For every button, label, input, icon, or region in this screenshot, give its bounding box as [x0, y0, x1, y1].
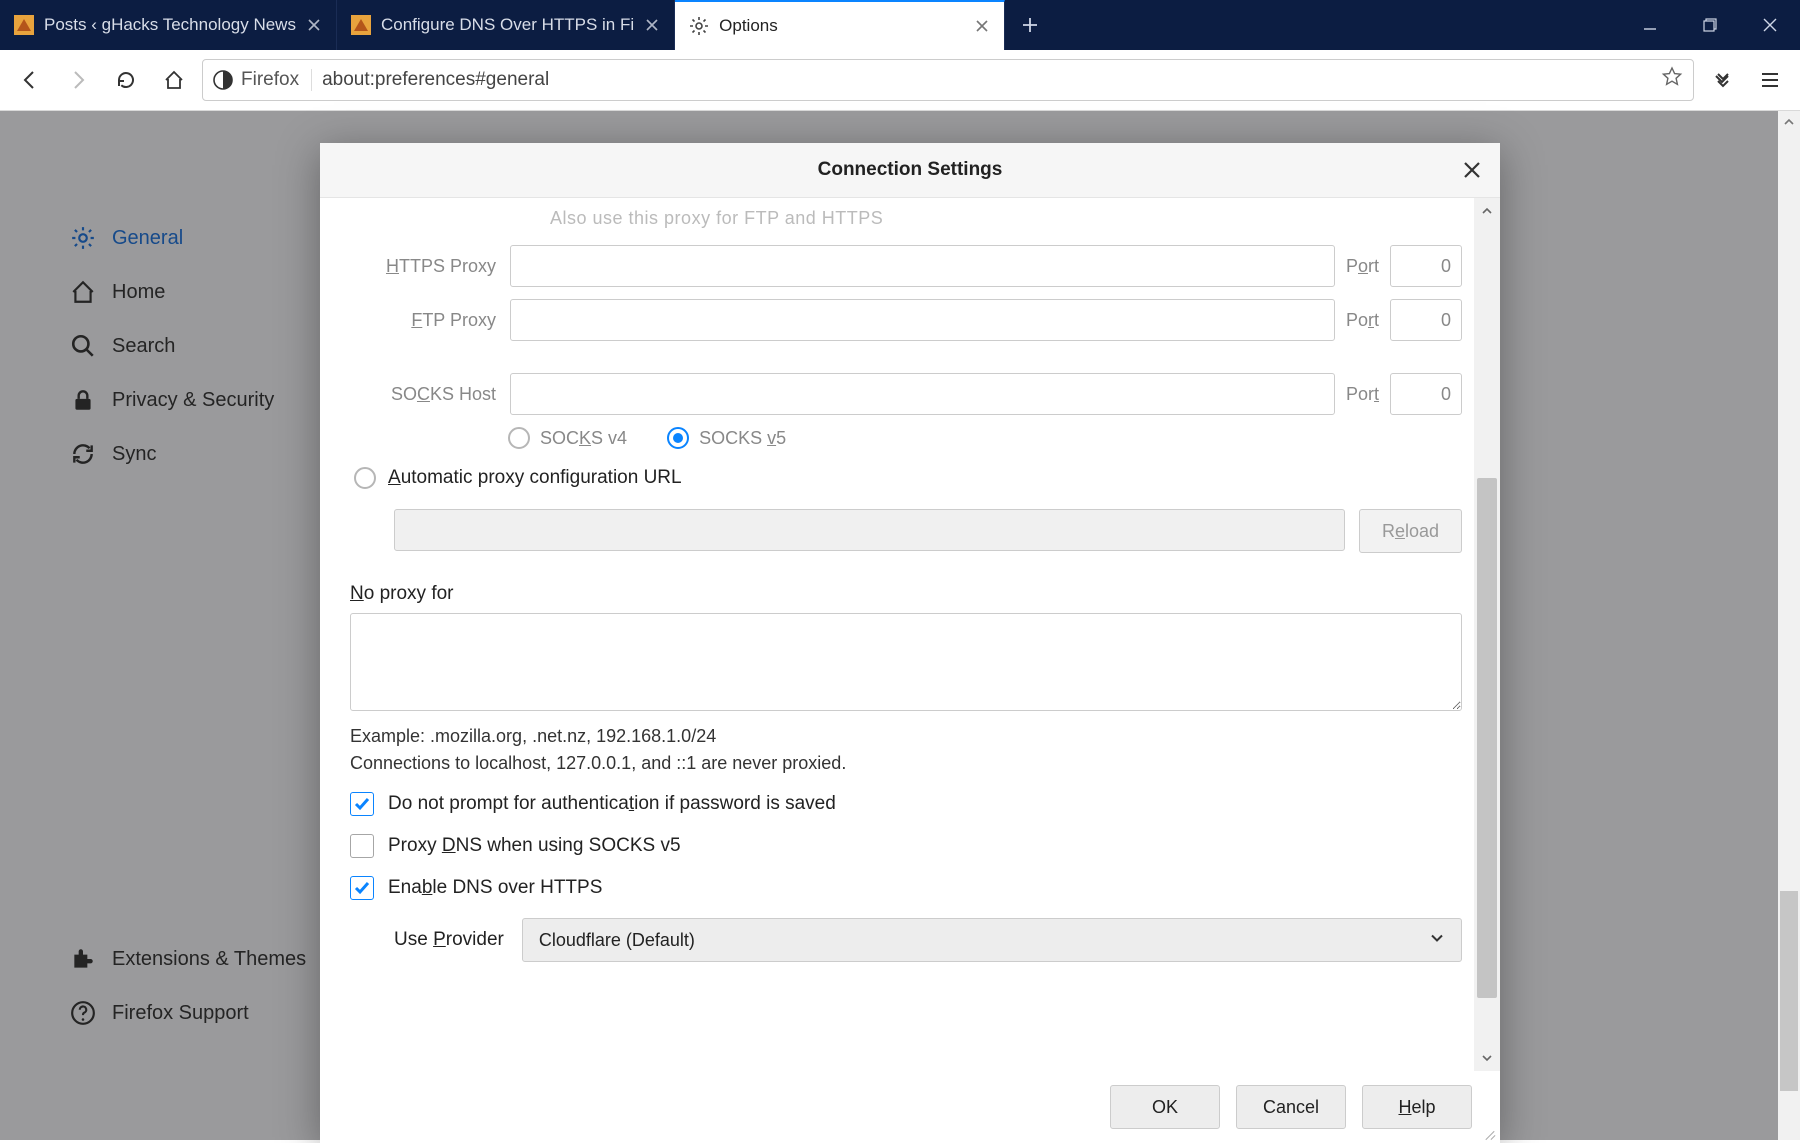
- dialog-scrollbar[interactable]: [1474, 198, 1500, 1071]
- reload-button[interactable]: [106, 60, 146, 100]
- dialog-title: Connection Settings: [818, 159, 1003, 181]
- socks-host-input[interactable]: [510, 373, 1335, 415]
- nav-toolbar: Firefox about:preferences#general: [0, 50, 1800, 111]
- no-proxy-label: No proxy for: [350, 583, 1462, 605]
- tab-label: Options: [719, 16, 964, 36]
- provider-dropdown[interactable]: Cloudflare (Default): [522, 918, 1462, 962]
- no-auth-prompt-checkbox[interactable]: [350, 792, 374, 816]
- forward-button[interactable]: [58, 60, 98, 100]
- https-proxy-label: HTTPS Proxy: [350, 256, 510, 277]
- favicon-icon: [351, 15, 371, 35]
- preferences-page: General Home Search Privacy & Security S…: [0, 111, 1800, 1140]
- scroll-up-icon[interactable]: [1778, 111, 1800, 133]
- https-proxy-input[interactable]: [510, 245, 1335, 287]
- bookmark-star-icon[interactable]: [1661, 66, 1683, 94]
- proxy-dns-socks-checkbox[interactable]: [350, 834, 374, 858]
- url-text: about:preferences#general: [322, 69, 1651, 91]
- also-proxy-text: Also use this proxy for FTP and HTTPS: [550, 208, 1462, 229]
- no-auth-prompt-label: Do not prompt for authentication if pass…: [388, 793, 836, 815]
- socks-port-input[interactable]: [1390, 373, 1462, 415]
- enable-doh-checkbox[interactable]: [350, 876, 374, 900]
- socks-v4-radio[interactable]: SOCKS v4: [508, 427, 627, 449]
- dialog-body: Also use this proxy for FTP and HTTPS HT…: [320, 198, 1500, 1071]
- localhost-note: Connections to localhost, 127.0.0.1, and…: [350, 753, 1462, 774]
- dialog-header: Connection Settings: [320, 143, 1500, 198]
- cancel-button[interactable]: Cancel: [1236, 1085, 1346, 1129]
- no-proxy-example: Example: .mozilla.org, .net.nz, 192.168.…: [350, 726, 1462, 747]
- scroll-up-icon[interactable]: [1474, 198, 1500, 224]
- tab-label: Posts ‹ gHacks Technology News: [44, 15, 296, 35]
- overflow-button[interactable]: [1702, 60, 1742, 100]
- close-icon[interactable]: [974, 18, 990, 34]
- auto-url-input[interactable]: [394, 509, 1345, 551]
- window-restore-button[interactable]: [1680, 0, 1740, 50]
- auto-url-label: Automatic proxy configuration URL: [388, 467, 682, 489]
- socks-host-label: SOCKS Host: [350, 384, 510, 405]
- firefox-icon: [213, 70, 233, 90]
- titlebar: Posts ‹ gHacks Technology News Configure…: [0, 0, 1800, 50]
- favicon-icon: [14, 15, 34, 35]
- scroll-thumb[interactable]: [1477, 478, 1497, 998]
- provider-value: Cloudflare (Default): [539, 930, 695, 951]
- dialog-footer: OK Cancel Help: [320, 1071, 1500, 1143]
- browser-tab-2[interactable]: Options: [675, 0, 1005, 50]
- port-label: Port: [1335, 310, 1390, 331]
- resize-handle[interactable]: [1482, 1125, 1496, 1139]
- url-bar[interactable]: Firefox about:preferences#general: [202, 59, 1694, 101]
- tab-label: Configure DNS Over HTTPS in Fi: [381, 15, 634, 35]
- window-minimize-button[interactable]: [1620, 0, 1680, 50]
- home-button[interactable]: [154, 60, 194, 100]
- identity-label: Firefox: [241, 69, 299, 91]
- port-label: Port: [1335, 384, 1390, 405]
- scroll-thumb[interactable]: [1780, 891, 1798, 1091]
- gear-icon: [689, 16, 709, 36]
- browser-tab-1[interactable]: Configure DNS Over HTTPS in Fi: [337, 0, 675, 50]
- enable-doh-label: Enable DNS over HTTPS: [388, 877, 602, 899]
- ftp-proxy-input[interactable]: [510, 299, 1335, 341]
- close-icon[interactable]: [306, 17, 322, 33]
- port-label: Port: [1335, 256, 1390, 277]
- close-icon[interactable]: [644, 17, 660, 33]
- ok-button[interactable]: OK: [1110, 1085, 1220, 1129]
- menu-button[interactable]: [1750, 60, 1790, 100]
- page-scrollbar[interactable]: [1778, 111, 1800, 1140]
- no-proxy-textarea[interactable]: [350, 613, 1462, 711]
- ftp-port-input[interactable]: [1390, 299, 1462, 341]
- ftp-proxy-label: FTP Proxy: [350, 310, 510, 331]
- browser-tab-0[interactable]: Posts ‹ gHacks Technology News: [0, 0, 337, 50]
- proxy-dns-socks-label: Proxy DNS when using SOCKS v5: [388, 835, 681, 857]
- back-button[interactable]: [10, 60, 50, 100]
- auto-url-radio[interactable]: [354, 467, 376, 489]
- scroll-down-icon[interactable]: [1474, 1045, 1500, 1071]
- https-port-input[interactable]: [1390, 245, 1462, 287]
- help-button[interactable]: Help: [1362, 1085, 1472, 1129]
- dialog-close-button[interactable]: [1462, 160, 1482, 180]
- socks-v5-radio[interactable]: SOCKS v5: [667, 427, 786, 449]
- identity-box[interactable]: Firefox: [213, 69, 312, 91]
- use-provider-label: Use Provider: [394, 929, 504, 951]
- reload-button[interactable]: Reload: [1359, 509, 1462, 553]
- connection-settings-dialog: Connection Settings Also use this proxy …: [320, 143, 1500, 1143]
- window-close-button[interactable]: [1740, 0, 1800, 50]
- chevron-down-icon: [1429, 930, 1445, 951]
- new-tab-button[interactable]: [1005, 0, 1055, 50]
